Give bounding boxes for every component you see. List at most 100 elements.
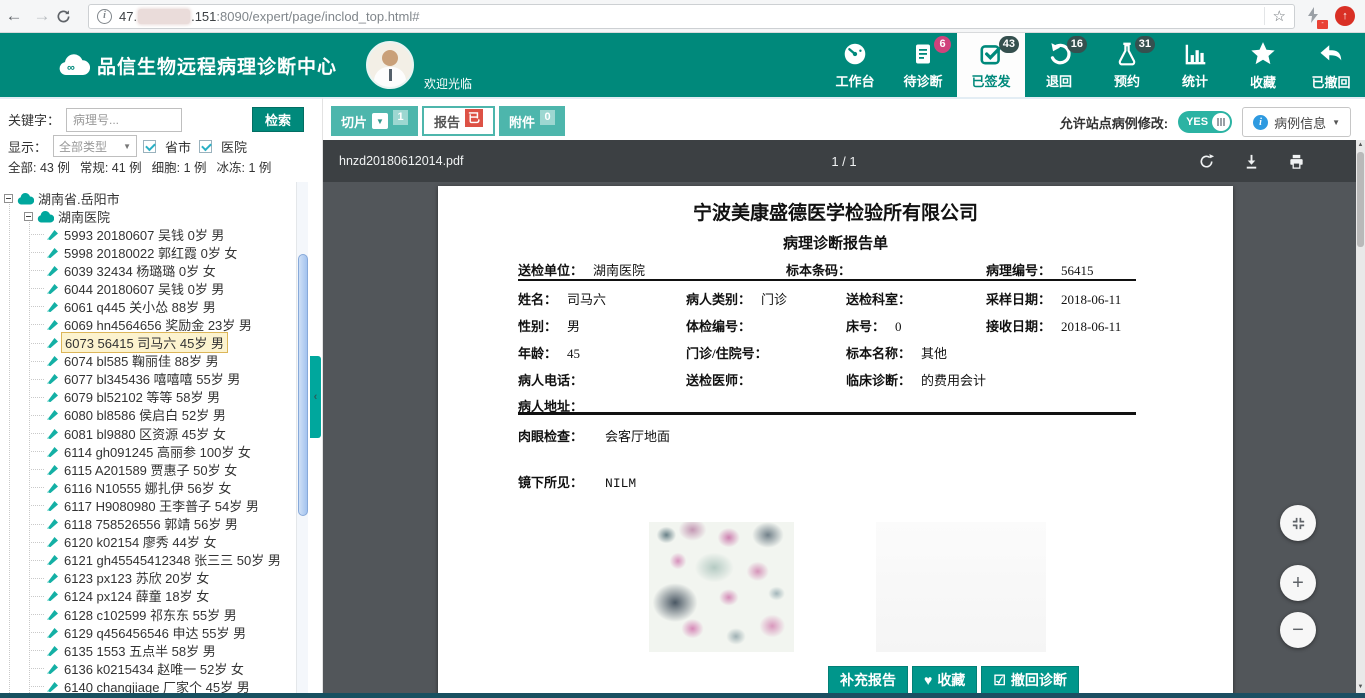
case-row[interactable]: 6140 changjiage 厂家个 45岁 男 [46, 677, 281, 693]
case-row[interactable]: 5998 20180022 郭红霞 0岁 女 [46, 243, 281, 261]
tab-slices[interactable]: 切片 ▼ 1 [331, 106, 418, 136]
nav-item-workbench[interactable]: 工作台 [821, 33, 889, 97]
reservation-count-badge: 31 [1135, 36, 1155, 53]
case-row[interactable]: 6115 A201589 贾惠子 50岁 女 [46, 460, 281, 478]
zoom-in-button[interactable]: + [1280, 565, 1316, 601]
case-row[interactable]: 6123 px123 苏欣 20岁 女 [46, 569, 281, 587]
pen-icon [46, 499, 59, 512]
supplement-report-button[interactable]: 补充报告 [828, 666, 908, 693]
nav-item-withdrawn[interactable]: 已撤回 [1297, 33, 1365, 97]
withdraw-diagnosis-button[interactable]: ☑撤回诊断 [981, 666, 1079, 693]
search-button[interactable]: 检索 [252, 107, 304, 132]
tab-attachments[interactable]: 附件 0 [499, 106, 565, 136]
nav-item-pending[interactable]: 待诊断 6 [889, 33, 957, 97]
case-row[interactable]: 6077 bl345436 嘻嘻嘻 55岁 男 [46, 370, 281, 388]
field-value: 的费用会计 [921, 373, 986, 388]
case-row[interactable]: 6124 px124 薛童 18岁 女 [46, 587, 281, 605]
user-avatar[interactable] [366, 41, 414, 89]
case-row[interactable]: 6135 1553 五点半 58岁 男 [46, 641, 281, 659]
page-info-icon[interactable]: i [97, 9, 112, 24]
case-row[interactable]: 6117 H9080980 王李普子 54岁 男 [46, 496, 281, 514]
scroll-down-arrow-icon[interactable]: ▼ [1358, 682, 1364, 692]
field-label: 送检单位： [518, 263, 583, 278]
tree-hospital-node[interactable]: 湖南医院 [24, 207, 110, 226]
zoom-out-button[interactable]: − [1280, 612, 1316, 648]
case-row[interactable]: 5993 20180607 吴钱 0岁 男 [46, 225, 281, 243]
case-row[interactable]: 6120 k02154 廖秀 44岁 女 [46, 533, 281, 551]
info-icon: i [1253, 115, 1268, 130]
sidebar-collapse-handle[interactable]: ‹ [310, 356, 321, 438]
case-row[interactable]: 6121 gh45545412348 张三三 50岁 男 [46, 551, 281, 569]
nav-item-signed[interactable]: 已签发 43 [957, 33, 1025, 97]
case-row[interactable]: 6074 bl585 鞠丽佳 88岁 男 [46, 352, 281, 370]
case-row[interactable]: 6080 bl8586 侯启白 52岁 男 [46, 406, 281, 424]
case-controls: 允许站点病例修改: YES i 病例信息 ▼ [1060, 107, 1351, 137]
dashboard-icon [842, 41, 868, 67]
case-row[interactable]: 6081 bl9880 区资源 45岁 女 [46, 424, 281, 442]
nav-item-statistics[interactable]: 统计 [1161, 33, 1229, 97]
tab-report[interactable]: 报告 已 [422, 106, 495, 136]
extension-button[interactable]: - [1303, 5, 1325, 27]
pen-icon [46, 680, 59, 693]
sidebar-scrollbar-thumb[interactable] [298, 254, 308, 516]
province-checkbox[interactable] [143, 140, 156, 153]
viewer-scrollbar-thumb[interactable] [1357, 152, 1364, 247]
report-page: 宁波美康盛德医学检验所有限公司 病理诊断报告单 送检单位：湖南医院 标本条码： … [438, 186, 1233, 693]
keyword-input[interactable] [66, 108, 182, 132]
case-row-selected[interactable]: 6073 56415 司马六 45岁 男 [46, 334, 281, 352]
browser-back-button[interactable]: ← [0, 6, 28, 26]
case-row[interactable]: 6114 gh091245 高丽参 100岁 女 [46, 442, 281, 460]
nav-item-favorites[interactable]: 收藏 [1229, 33, 1297, 97]
field-value: NILM [605, 476, 636, 491]
viewer-scrollbar[interactable]: ▲ ▼ [1356, 140, 1365, 693]
report-status-badge: 已 [465, 109, 483, 127]
pen-icon [46, 300, 59, 313]
sidebar-scrollbar[interactable] [296, 182, 308, 693]
case-row[interactable]: 6044 20180607 吴钱 0岁 男 [46, 279, 281, 297]
collapse-minus-icon[interactable] [4, 194, 13, 203]
pen-icon [46, 644, 59, 657]
browser-update-icon[interactable]: ↑ [1335, 6, 1355, 26]
browser-toolbar: ← → i 47. .151 :8090/expert/page/inclod_… [0, 0, 1365, 33]
case-row[interactable]: 6061 q445 关小怂 88岁 男 [46, 297, 281, 315]
type-filter-select[interactable]: 全部类型 ▼ [53, 135, 137, 157]
browser-refresh-button[interactable] [56, 9, 84, 24]
case-row[interactable]: 6079 bl52102 等等 58岁 男 [46, 388, 281, 406]
app-logo: ∞ 品信生物远程病理诊断中心 [58, 33, 337, 97]
pdf-viewer[interactable]: 宁波美康盛德医学检验所有限公司 病理诊断报告单 送检单位：湖南医院 标本条码： … [323, 182, 1356, 693]
fit-page-button[interactable] [1280, 505, 1316, 541]
hospital-checkbox[interactable] [199, 140, 212, 153]
case-row[interactable]: 6116 N10555 娜扎伊 56岁 女 [46, 478, 281, 496]
case-info-button[interactable]: i 病例信息 ▼ [1242, 107, 1351, 137]
case-row[interactable]: 6128 c102599 祁东东 55岁 男 [46, 605, 281, 623]
welcome-text: 欢迎光临 [424, 75, 507, 92]
case-row[interactable]: 6069 hn4564656 奖励金 23岁 男 [46, 315, 281, 333]
favorite-button[interactable]: ♥收藏 [912, 666, 977, 693]
field-label: 年龄： [518, 346, 557, 361]
pdf-page-indicator: 1 / 1 [323, 154, 1365, 169]
field-value: 司马六 [567, 292, 606, 307]
nav-item-reservation[interactable]: 预约 31 [1093, 33, 1161, 97]
pen-icon [46, 481, 59, 494]
field-value: 2018-06-11 [1061, 292, 1121, 307]
scroll-up-arrow-icon[interactable]: ▲ [1358, 140, 1364, 150]
cytology-image [649, 522, 794, 652]
case-row[interactable]: 6136 k0215434 赵唯一 52岁 女 [46, 659, 281, 677]
detail-tabs: 切片 ▼ 1 报告 已 附件 0 [331, 106, 565, 136]
pen-icon [46, 535, 59, 548]
field-label: 标本名称： [846, 346, 911, 361]
browser-forward-button[interactable]: → [28, 6, 56, 26]
case-row[interactable]: 6129 q456456546 申达 55岁 男 [46, 623, 281, 641]
case-row[interactable]: 6039 32434 杨璐璐 0岁 女 [46, 261, 281, 279]
pen-icon [46, 408, 59, 421]
case-row[interactable]: 6118 758526556 郭靖 56岁 男 [46, 515, 281, 533]
allow-edit-toggle[interactable]: YES [1178, 111, 1232, 133]
bookmark-star-icon[interactable]: ☆ [1264, 7, 1286, 25]
slice-dropdown-icon[interactable]: ▼ [372, 113, 388, 129]
address-bar[interactable]: i 47. .151 :8090/expert/page/inclod_top.… [88, 4, 1295, 29]
nav-item-returned[interactable]: 退回 16 [1025, 33, 1093, 97]
collapse-minus-icon[interactable] [24, 212, 33, 221]
field-value: 2018-06-11 [1061, 319, 1121, 334]
tree-region-node[interactable]: 湖南省.岳阳市 [4, 189, 120, 208]
allow-edit-label: 允许站点病例修改: [1060, 113, 1168, 132]
